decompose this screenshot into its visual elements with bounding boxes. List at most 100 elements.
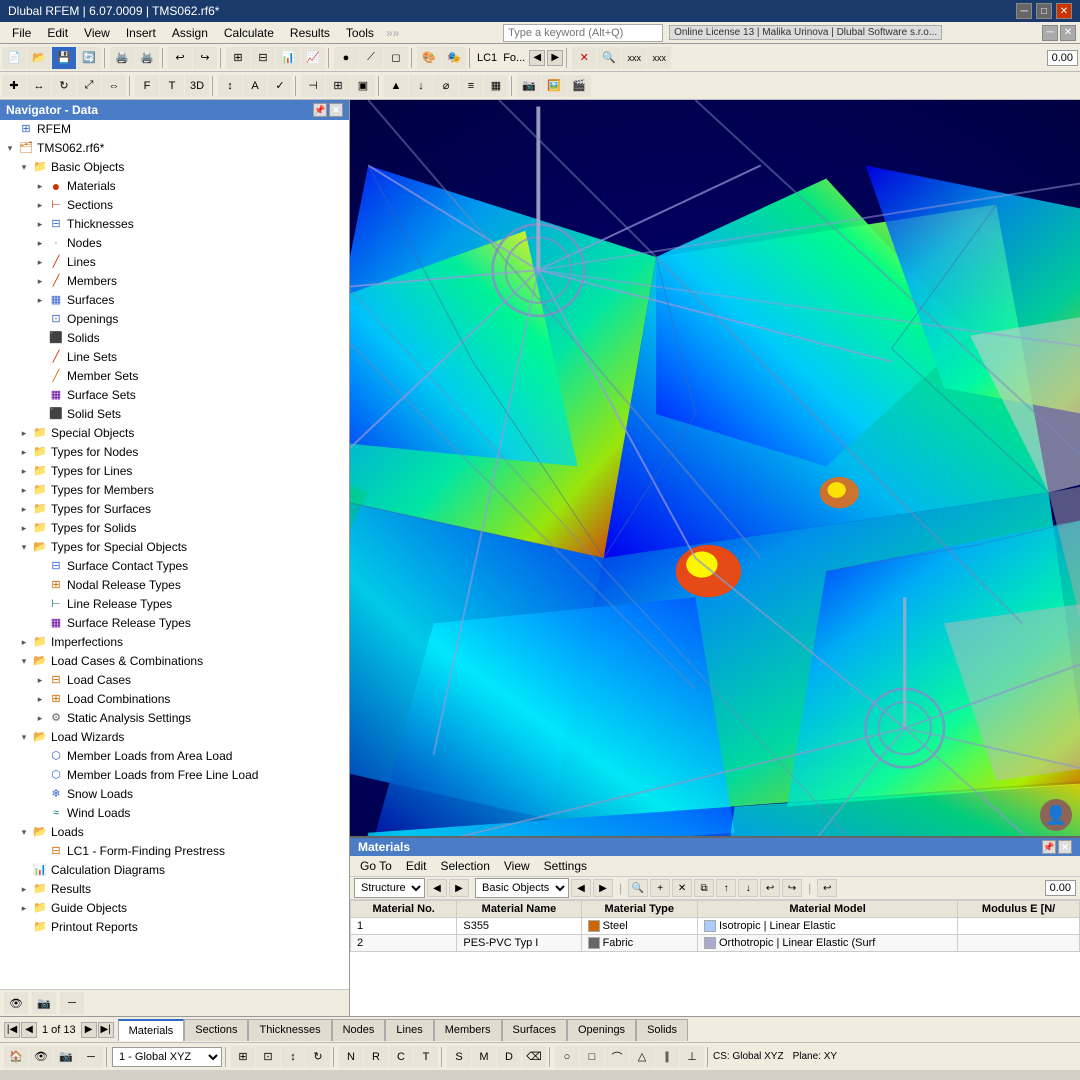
mat-import-btn[interactable]: ↩ — [760, 879, 780, 897]
tab-members[interactable]: Members — [434, 1019, 502, 1041]
mat-undo-btn[interactable]: ↩ — [817, 879, 837, 897]
tree-surface-sets[interactable]: ▦ Surface Sets — [32, 386, 349, 405]
mat-prev-btn[interactable]: ◀ — [427, 879, 447, 897]
zoom-btn[interactable]: 🔍 — [597, 47, 621, 69]
print2-btn[interactable]: 🖨️ — [135, 47, 159, 69]
mat-copy-btn[interactable]: ⧉ — [694, 879, 714, 897]
bt-perp-btn[interactable]: ⊥ — [680, 1046, 704, 1068]
tree-line-release[interactable]: ⊢ Line Release Types — [32, 595, 349, 614]
move-btn[interactable]: ↔ — [27, 75, 51, 97]
tree-types-solids[interactable]: ▸ 📁 Types for Solids — [16, 519, 349, 538]
tree-surface-contact[interactable]: ⊟ Surface Contact Types — [32, 557, 349, 576]
bt-home-btn[interactable]: 🏠 — [4, 1046, 28, 1068]
bt-n1-btn[interactable]: N — [339, 1046, 363, 1068]
bt-par-btn[interactable]: ∥ — [655, 1046, 679, 1068]
menu-tools[interactable]: Tools — [338, 24, 382, 42]
node-btn[interactable]: ● — [334, 47, 358, 69]
mat-up-btn[interactable]: ↑ — [716, 879, 736, 897]
tree-types-members[interactable]: ▸ 📁 Types for Members — [16, 481, 349, 500]
tree-rfem[interactable]: ⊞ RFEM — [0, 120, 349, 139]
tree-member-sets[interactable]: ╱ Member Sets — [32, 367, 349, 386]
mat-basic-prev-btn[interactable]: ◀ — [571, 879, 591, 897]
minimize-btn[interactable]: ─ — [1016, 3, 1032, 19]
tree-nodal-release[interactable]: ⊞ Nodal Release Types — [32, 576, 349, 595]
tree-project[interactable]: ▾ 🗂 TMS062.rf6* — [0, 139, 349, 158]
menu-insert[interactable]: Insert — [118, 24, 164, 42]
tree-loads[interactable]: ▾ 📂 Loads — [16, 823, 349, 842]
surface-btn[interactable]: ◻ — [384, 47, 408, 69]
scale-btn[interactable]: ⤢ — [77, 75, 101, 97]
bt-eye-btn[interactable]: 👁 — [29, 1046, 53, 1068]
bt-m1-btn[interactable]: M — [472, 1046, 496, 1068]
tab-surfaces[interactable]: Surfaces — [502, 1019, 567, 1041]
tree-calc-diagrams[interactable]: 📊 Calculation Diagrams — [16, 861, 349, 880]
menu-view[interactable]: View — [76, 24, 118, 42]
lc-next-btn[interactable]: ▶ — [547, 50, 563, 66]
tab-thicknesses[interactable]: Thicknesses — [248, 1019, 331, 1041]
redo-btn[interactable]: ↪ — [193, 47, 217, 69]
tree-guide-objects[interactable]: ▸ 📁 Guide Objects — [16, 899, 349, 918]
nav-line-btn[interactable]: ─ — [60, 992, 84, 1014]
grid2-btn[interactable]: ⊟ — [251, 47, 275, 69]
rotate-btn[interactable]: ↻ — [52, 75, 76, 97]
check-btn[interactable]: ✓ — [268, 75, 292, 97]
bt-cam-btn[interactable]: 📷 — [54, 1046, 78, 1068]
menu-assign[interactable]: Assign — [164, 24, 216, 42]
surface-load-btn[interactable]: ▦ — [484, 75, 508, 97]
tree-line-sets[interactable]: ╱ Line Sets — [32, 348, 349, 367]
search-input[interactable] — [503, 24, 663, 42]
bt-arc-btn[interactable]: ⌒ — [605, 1046, 629, 1068]
bt-s1-btn[interactable]: S — [447, 1046, 471, 1068]
bt-r1-btn[interactable]: R — [364, 1046, 388, 1068]
menu-calculate[interactable]: Calculate — [216, 24, 282, 42]
tab-last-btn[interactable]: ▶| — [98, 1022, 114, 1038]
mat-row-2[interactable]: 2 PES-PVC Typ I Fabric Orthotropic | Lin… — [351, 935, 1080, 952]
mat-add-btn[interactable]: + — [650, 879, 670, 897]
support-btn[interactable]: ▲ — [384, 75, 408, 97]
render-btn[interactable]: 🎨 — [417, 47, 441, 69]
tree-surface-release[interactable]: ▦ Surface Release Types — [32, 614, 349, 633]
viewport[interactable]: Materials 📌 ✕ Go To Edit Selection View … — [350, 100, 1080, 1016]
bt-side-btn[interactable]: ⊡ — [256, 1046, 280, 1068]
bt-line-btn[interactable]: ─ — [79, 1046, 103, 1068]
basic-objects-select[interactable]: Basic Objects — [475, 878, 569, 898]
menu-results[interactable]: Results — [282, 24, 338, 42]
tree-results[interactable]: ▸ 📁 Results — [16, 880, 349, 899]
tree-sections[interactable]: ▸ ⊢ Sections — [32, 196, 349, 215]
tree-lines[interactable]: ▸ ╱ Lines — [32, 253, 349, 272]
bt-tri-btn[interactable]: △ — [630, 1046, 654, 1068]
bt-sq-btn[interactable]: □ — [580, 1046, 604, 1068]
tree-lc1[interactable]: ⊟ LC1 - Form-Finding Prestress — [32, 842, 349, 861]
view-front[interactable]: F — [135, 75, 159, 97]
tree-static-analysis[interactable]: ▸ ⚙ Static Analysis Settings — [32, 709, 349, 728]
grid-btn[interactable]: ⊞ — [226, 47, 250, 69]
mat-row-1[interactable]: 1 S355 Steel Isotropic | Linear Elastic — [351, 918, 1080, 935]
mat-delete-btn[interactable]: ✕ — [672, 879, 692, 897]
panel-btn[interactable]: ▣ — [351, 75, 375, 97]
print-btn[interactable]: 🖨️ — [110, 47, 134, 69]
tree-solids[interactable]: ⬛ Solids — [32, 329, 349, 348]
screenshot-btn[interactable]: 🖼️ — [542, 75, 566, 97]
tree-load-wizards[interactable]: ▾ 📂 Load Wizards — [16, 728, 349, 747]
tab-openings[interactable]: Openings — [567, 1019, 636, 1041]
nav-cam-btn[interactable]: 📷 — [32, 992, 56, 1014]
save-btn[interactable]: 💾 — [52, 47, 76, 69]
text-btn[interactable]: A — [243, 75, 267, 97]
open-btn[interactable]: 📂 — [27, 47, 51, 69]
menu-edit[interactable]: Edit — [39, 24, 76, 42]
bt-front-btn[interactable]: ⊞ — [231, 1046, 255, 1068]
frame-btn[interactable]: ⊞ — [326, 75, 350, 97]
snap-btn[interactable]: ✚ — [2, 75, 26, 97]
mat-goto[interactable]: Go To — [354, 858, 398, 874]
distributed-btn[interactable]: ≡ — [459, 75, 483, 97]
bt-c1-btn[interactable]: C — [389, 1046, 413, 1068]
tab-nodes[interactable]: Nodes — [332, 1019, 386, 1041]
bt-del-btn[interactable]: ⌫ — [522, 1046, 546, 1068]
tab-solids[interactable]: Solids — [636, 1019, 688, 1041]
mat-basic-next-btn[interactable]: ▶ — [593, 879, 613, 897]
tree-solid-sets[interactable]: ⬛ Solid Sets — [32, 405, 349, 424]
bar-btn[interactable]: 📈 — [301, 47, 325, 69]
nav-view-btn[interactable]: 👁 — [4, 992, 28, 1014]
nav-close-btn[interactable]: ✕ — [329, 103, 343, 117]
tree-types-nodes[interactable]: ▸ 📁 Types for Nodes — [16, 443, 349, 462]
